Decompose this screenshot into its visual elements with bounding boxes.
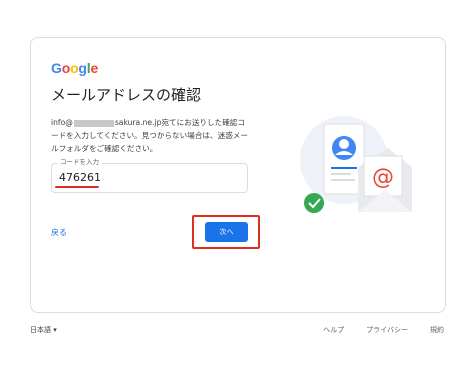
at-sign-icon: @ xyxy=(372,165,394,190)
next-button[interactable]: 次へ xyxy=(205,222,248,242)
page-title: メールアドレスの確認 xyxy=(51,86,202,104)
logo-letter: G xyxy=(51,60,62,76)
footer-links: ヘルプ プライバシー 規約 xyxy=(301,325,444,335)
help-link[interactable]: ヘルプ xyxy=(323,326,344,334)
privacy-link[interactable]: プライバシー xyxy=(366,326,408,334)
email-prefix: info@ xyxy=(51,118,73,127)
language-selector[interactable]: 日本語 ▾ xyxy=(30,325,57,335)
annotation-underline xyxy=(55,186,99,188)
check-icon xyxy=(304,193,324,213)
logo-letter: e xyxy=(90,60,99,76)
code-field-label: コードを入力 xyxy=(57,156,102,166)
back-link[interactable]: 戻る xyxy=(51,227,67,238)
google-logo: Google xyxy=(51,60,98,76)
terms-link[interactable]: 規約 xyxy=(430,326,444,334)
logo-letter: g xyxy=(78,60,87,76)
email-domain: sakura.ne.jp xyxy=(114,118,162,127)
logo-letter: o xyxy=(70,60,79,76)
instructions-text: info@ sakura.ne.jp宛てにお送りした確認コードを入力してください。… xyxy=(51,116,251,155)
logo-letter: o xyxy=(61,60,71,76)
redacted-email xyxy=(73,119,114,127)
email-verification-illustration: @ xyxy=(300,116,412,213)
code-input[interactable]: 476261 xyxy=(59,171,101,184)
